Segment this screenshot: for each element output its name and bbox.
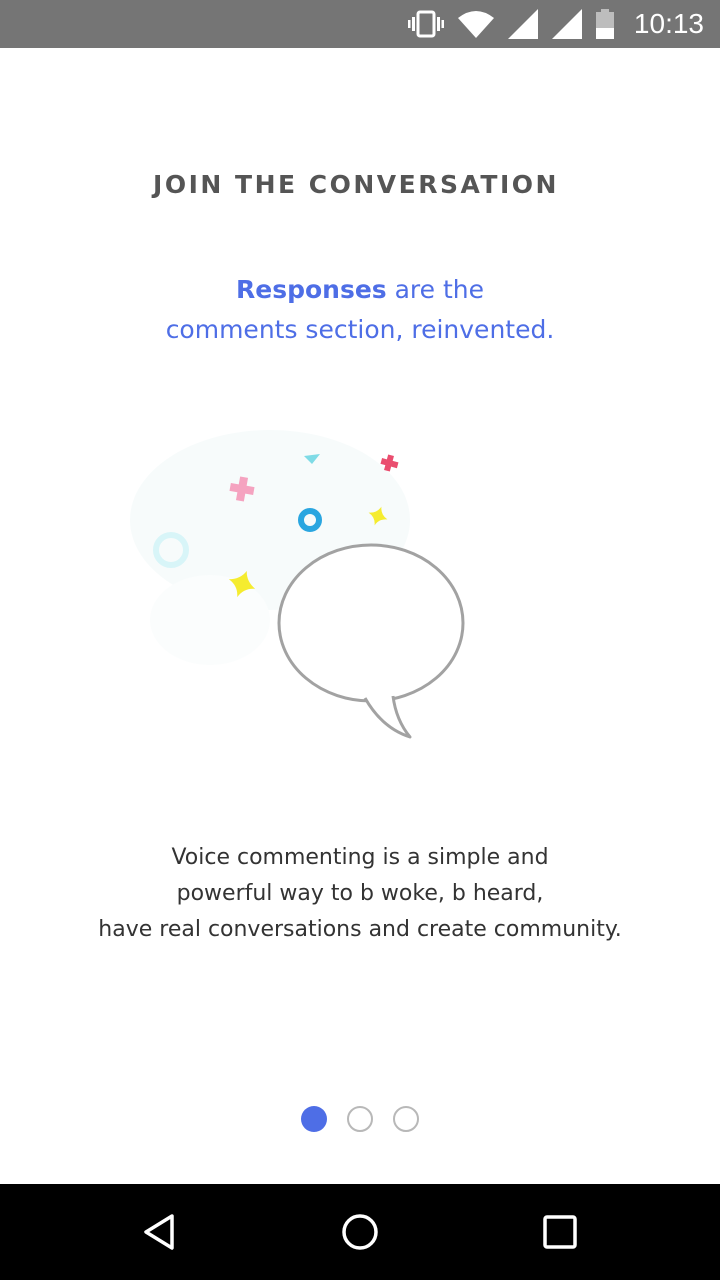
vibrate-icon (407, 10, 444, 38)
status-time: 10:13 (633, 8, 704, 39)
subtitle-line-1: Responses are the (0, 270, 720, 310)
description-line: powerful way to b woke, b heard, (176, 881, 544, 906)
back-icon (144, 1214, 174, 1250)
onboarding-description: Voice commenting is a simple and powerfu… (0, 840, 720, 948)
recents-icon (543, 1215, 577, 1249)
signal-icon (551, 9, 582, 39)
battery-icon (595, 9, 614, 39)
navigation-bar (0, 1184, 720, 1280)
onboarding-subtitle: Responses are the comments section, rein… (0, 270, 720, 350)
back-button[interactable] (100, 1184, 220, 1280)
wifi-icon (457, 10, 494, 38)
onboarding-heading: JOIN THE CONVERSATION (153, 170, 559, 199)
page-dot-1[interactable] (301, 1106, 327, 1132)
subtitle-line-1-rest: are the (386, 275, 485, 304)
status-bar: 10:13 (0, 0, 720, 48)
status-icons: 10:13 (407, 0, 704, 48)
description-line: have real conversations and create commu… (98, 917, 622, 942)
page-dot-3[interactable] (393, 1106, 419, 1132)
home-icon (342, 1214, 378, 1250)
page-dot-2[interactable] (347, 1106, 373, 1132)
home-button[interactable] (300, 1184, 420, 1280)
subtitle-line-2: comments section, reinvented. (165, 315, 555, 344)
signal-icon (507, 9, 538, 39)
subtitle-highlight: Responses (235, 275, 387, 304)
speech-bubble-illustration (100, 430, 500, 760)
recents-button[interactable] (500, 1184, 620, 1280)
description-line: Voice commenting is a simple and (171, 845, 549, 870)
page-indicator (0, 1106, 720, 1132)
